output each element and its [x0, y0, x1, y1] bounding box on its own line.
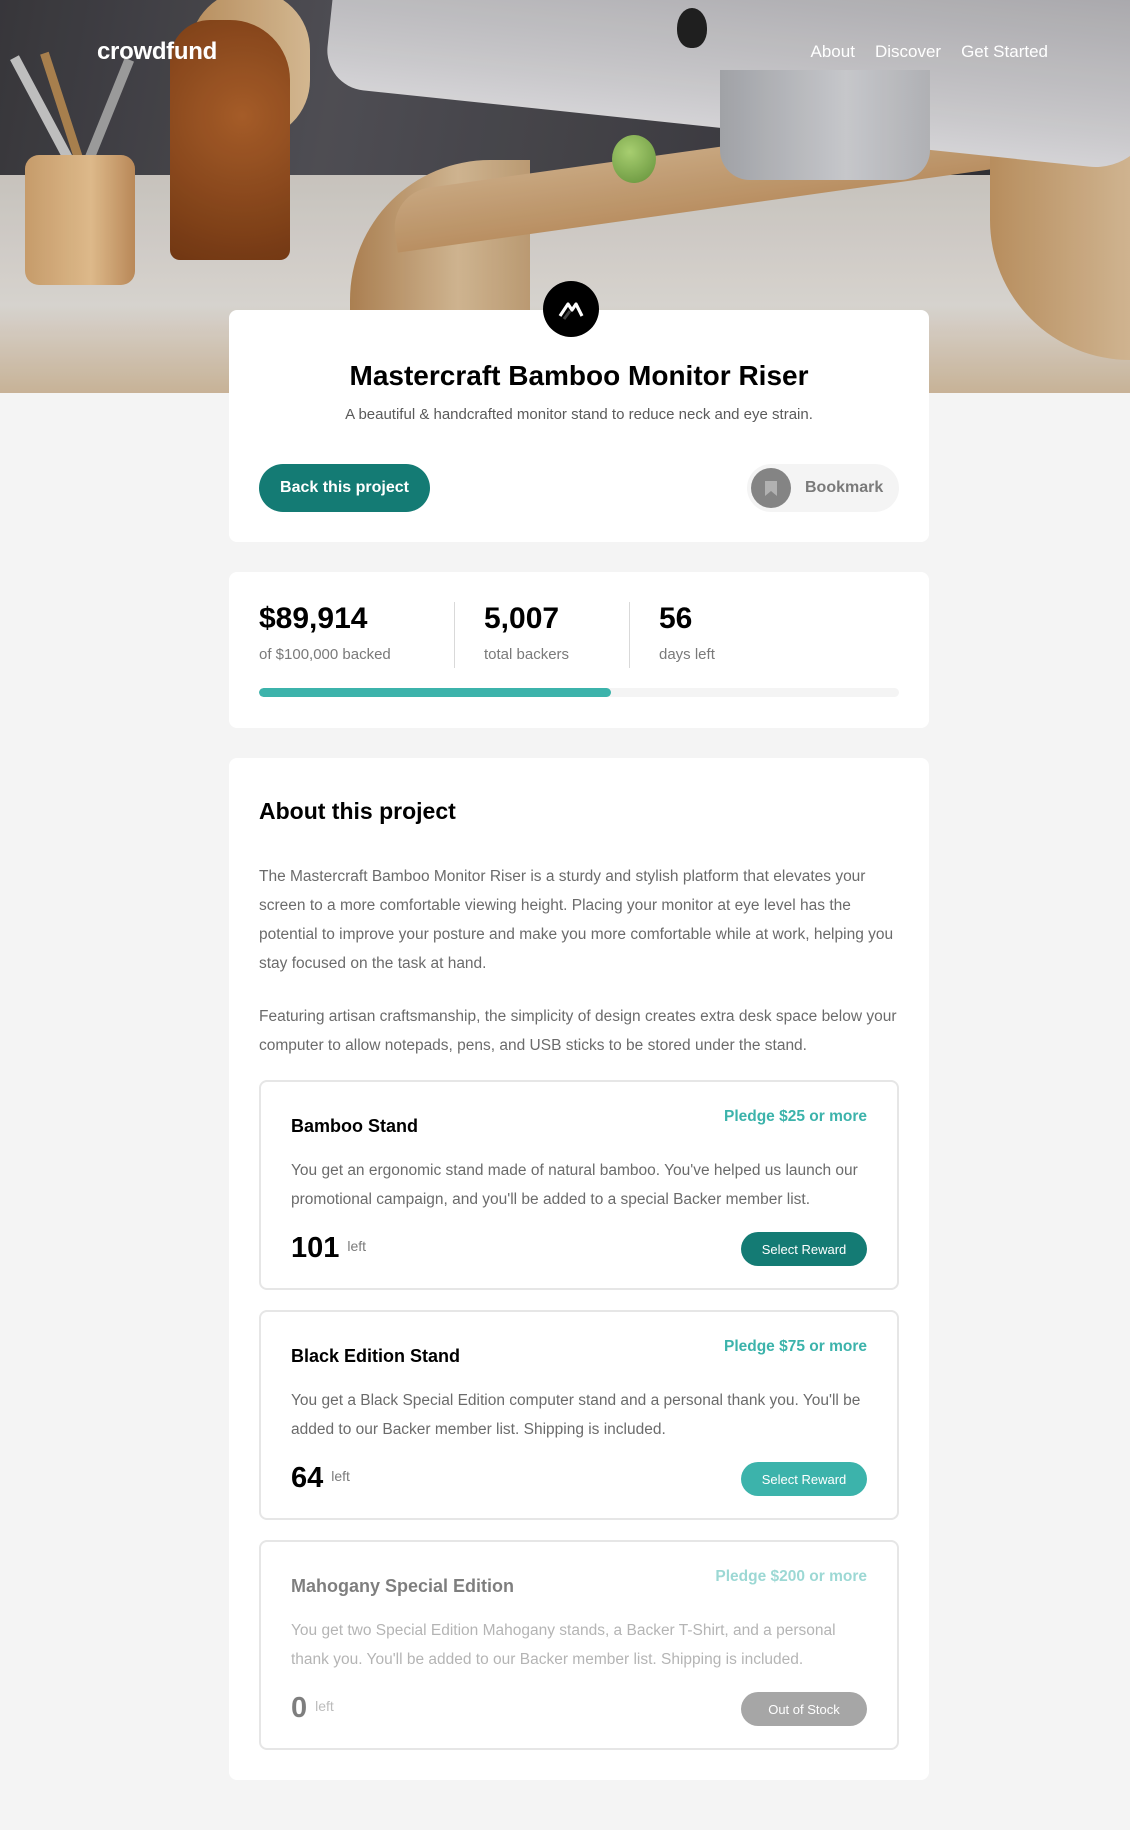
reward-count: 0	[291, 1692, 308, 1724]
stat-backers: 5,007 total backers	[484, 602, 569, 663]
progress-bar	[259, 688, 899, 697]
select-reward-button[interactable]: Select Reward	[741, 1462, 867, 1496]
project-title: Mastercraft Bamboo Monitor Riser	[349, 360, 809, 391]
select-reward-button[interactable]: Select Reward	[741, 1232, 867, 1266]
reward-left-label: left	[331, 1468, 350, 1484]
progress-bar-fill	[259, 688, 611, 697]
stat-days-value: 56	[659, 602, 693, 635]
reward-left-label: left	[347, 1238, 367, 1254]
stat-days-label: days left	[659, 646, 715, 663]
reward-name: Mahogany Special Edition	[291, 1576, 515, 1596]
reward-stock: 101 left	[291, 1232, 366, 1265]
nav-link-about[interactable]: About	[811, 42, 855, 62]
about-heading: About this project	[259, 798, 456, 824]
stat-backed-value: $89,914	[259, 602, 368, 635]
stat-divider	[629, 602, 630, 668]
reward-count: 101	[291, 1232, 340, 1264]
mastercraft-logo-icon	[543, 281, 599, 337]
bookmark-button[interactable]: Bookmark	[747, 464, 899, 512]
site-logo[interactable]: crowdfund	[97, 38, 217, 66]
stat-backers-value: 5,007	[484, 602, 560, 635]
nav-link-discover[interactable]: Discover	[875, 42, 941, 62]
bookmark-label: Bookmark	[805, 479, 884, 496]
stat-days: 56 days left	[659, 602, 715, 663]
out-of-stock-button: Out of Stock	[741, 1692, 867, 1726]
reward-description: You get an ergonomic stand made of natur…	[291, 1162, 858, 1208]
back-project-button[interactable]: Back this project	[259, 464, 430, 512]
reward-card-mahogany: Mahogany Special Edition Pledge $200 or …	[259, 1540, 899, 1750]
project-intro-card: Mastercraft Bamboo Monitor Riser A beaut…	[229, 310, 929, 542]
reward-count: 64	[291, 1462, 324, 1494]
project-subtitle: A beautiful & handcrafted monitor stand …	[345, 406, 813, 423]
reward-description: You get a Black Special Edition computer…	[291, 1392, 861, 1438]
stat-backers-label: total backers	[484, 646, 570, 663]
nav-link-get-started[interactable]: Get Started	[961, 42, 1048, 62]
stat-backed-label: of $100,000 backed	[259, 646, 391, 663]
stat-backed: $89,914 of $100,000 backed	[259, 602, 391, 663]
reward-stock: 64 left	[291, 1462, 350, 1495]
stats-card: $89,914 of $100,000 backed 5,007 total b…	[229, 572, 929, 728]
main-nav: About Discover Get Started	[811, 42, 1049, 62]
reward-name: Bamboo Stand	[291, 1116, 419, 1136]
bookmark-icon	[751, 468, 791, 508]
reward-stock: 0 left	[291, 1692, 334, 1725]
reward-pledge: Pledge $25 or more	[723, 1108, 867, 1125]
reward-pledge: Pledge $200 or more	[715, 1568, 867, 1585]
reward-card-bamboo: Bamboo Stand Pledge $25 or more You get …	[259, 1080, 899, 1290]
stat-divider	[454, 602, 455, 668]
about-card: About this project The Mastercraft Bambo…	[229, 758, 929, 1780]
reward-name: Black Edition Stand	[291, 1346, 461, 1366]
reward-description: You get two Special Edition Mahogany sta…	[291, 1622, 836, 1668]
reward-card-black-edition: Black Edition Stand Pledge $75 or more Y…	[259, 1310, 899, 1520]
reward-left-label: left	[315, 1698, 334, 1714]
reward-pledge: Pledge $75 or more	[723, 1338, 867, 1355]
about-paragraph: Featuring artisan craftsmanship, the sim…	[259, 1008, 897, 1054]
about-paragraph: The Mastercraft Bamboo Monitor Riser is …	[259, 868, 894, 972]
